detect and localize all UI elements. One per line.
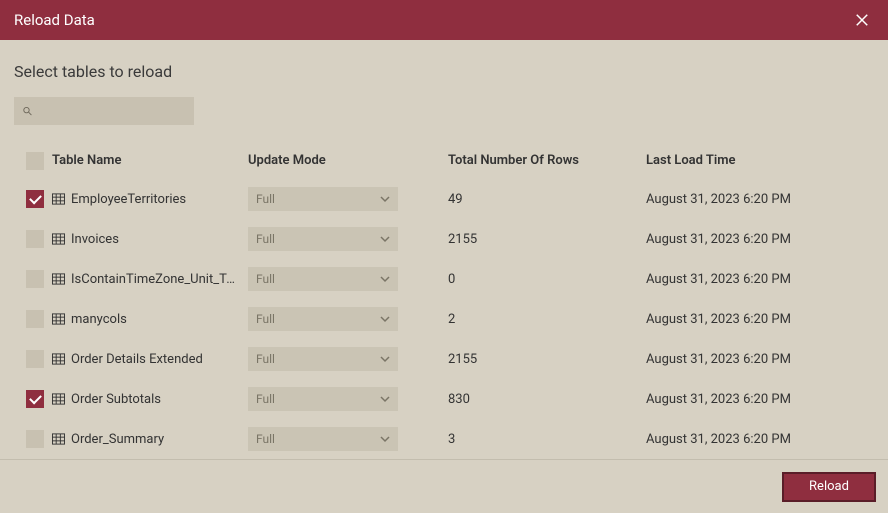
- table-row: IsContainTimeZone_Unit_Test Full 0August 3…: [14, 259, 874, 299]
- col-header-time[interactable]: Last Load Time: [646, 153, 870, 168]
- chevron-down-icon: [380, 434, 390, 444]
- update-mode-select[interactable]: Full: [248, 427, 398, 451]
- row-checkbox[interactable]: [26, 230, 44, 248]
- col-header-name[interactable]: Table Name: [52, 153, 248, 168]
- table-icon: [52, 273, 65, 285]
- dialog-body: Select tables to reload Table Name Updat…: [0, 40, 888, 459]
- table-row: Order Subtotals Full 830August 31, 2023 6:…: [14, 379, 874, 419]
- reload-button[interactable]: Reload: [782, 472, 876, 502]
- table-row: Invoices Full 2155August 31, 2023 6:20 PM: [14, 219, 874, 259]
- row-checkbox[interactable]: [26, 430, 44, 448]
- row-count: 2155: [448, 232, 646, 247]
- dialog-footer: Reload: [0, 459, 888, 513]
- row-name: IsContainTimeZone_Unit_Test: [71, 272, 241, 287]
- row-load-time: August 31, 2023 6:20 PM: [646, 232, 870, 247]
- row-load-time: August 31, 2023 6:20 PM: [646, 272, 870, 287]
- row-name: Order Details Extended: [71, 352, 203, 367]
- row-checkbox[interactable]: [26, 390, 44, 408]
- row-count: 830: [448, 392, 646, 407]
- dialog-header: Reload Data: [0, 0, 888, 40]
- row-checkbox[interactable]: [26, 270, 44, 288]
- col-header-rows[interactable]: Total Number Of Rows: [448, 153, 646, 168]
- close-button[interactable]: [850, 8, 874, 32]
- search-input[interactable]: [39, 104, 186, 118]
- row-load-time: August 31, 2023 6:20 PM: [646, 432, 870, 447]
- chevron-down-icon: [380, 314, 390, 324]
- row-name: Order Subtotals: [71, 392, 161, 407]
- row-load-time: August 31, 2023 6:20 PM: [646, 192, 870, 207]
- row-name: EmployeeTerritories: [71, 192, 186, 207]
- search-icon: [22, 105, 33, 117]
- table-icon: [52, 193, 65, 205]
- update-mode-select[interactable]: Full: [248, 387, 398, 411]
- chevron-down-icon: [380, 274, 390, 284]
- row-count: 0: [448, 272, 646, 287]
- table-icon: [52, 433, 65, 445]
- row-load-time: August 31, 2023 6:20 PM: [646, 392, 870, 407]
- search-box[interactable]: [14, 97, 194, 125]
- dialog-title: Reload Data: [14, 11, 95, 29]
- row-checkbox[interactable]: [26, 190, 44, 208]
- table-icon: [52, 353, 65, 365]
- dialog-subtitle: Select tables to reload: [14, 62, 874, 81]
- row-load-time: August 31, 2023 6:20 PM: [646, 312, 870, 327]
- select-all-checkbox[interactable]: [26, 152, 44, 170]
- col-header-mode[interactable]: Update Mode: [248, 153, 448, 168]
- chevron-down-icon: [380, 354, 390, 364]
- update-mode-select[interactable]: Full: [248, 267, 398, 291]
- table-row: Order Details Extended Full 2155August 31,…: [14, 339, 874, 379]
- row-count: 2155: [448, 352, 646, 367]
- row-name: manycols: [71, 312, 127, 327]
- row-count: 49: [448, 192, 646, 207]
- close-icon: [853, 11, 871, 29]
- table-icon: [52, 393, 65, 405]
- row-name: Order_Summary: [71, 432, 164, 447]
- row-name: Invoices: [71, 232, 119, 247]
- update-mode-select[interactable]: Full: [248, 307, 398, 331]
- row-load-time: August 31, 2023 6:20 PM: [646, 352, 870, 367]
- table-icon: [52, 233, 65, 245]
- row-count: 2: [448, 312, 646, 327]
- chevron-down-icon: [380, 394, 390, 404]
- row-count: 3: [448, 432, 646, 447]
- chevron-down-icon: [380, 194, 390, 204]
- table-header-row: Table Name Update Mode Total Number Of R…: [14, 143, 874, 179]
- table-row: Order_Summary Full 3August 31, 2023 6:20 P…: [14, 419, 874, 459]
- row-checkbox[interactable]: [26, 350, 44, 368]
- update-mode-select[interactable]: Full: [248, 187, 398, 211]
- tables-grid: Table Name Update Mode Total Number Of R…: [14, 143, 874, 459]
- chevron-down-icon: [380, 234, 390, 244]
- table-icon: [52, 313, 65, 325]
- table-row: EmployeeTerritories Full 49August 31, 2023…: [14, 179, 874, 219]
- update-mode-select[interactable]: Full: [248, 347, 398, 371]
- update-mode-select[interactable]: Full: [248, 227, 398, 251]
- row-checkbox[interactable]: [26, 310, 44, 328]
- table-row: manycols Full 2August 31, 2023 6:20 PM: [14, 299, 874, 339]
